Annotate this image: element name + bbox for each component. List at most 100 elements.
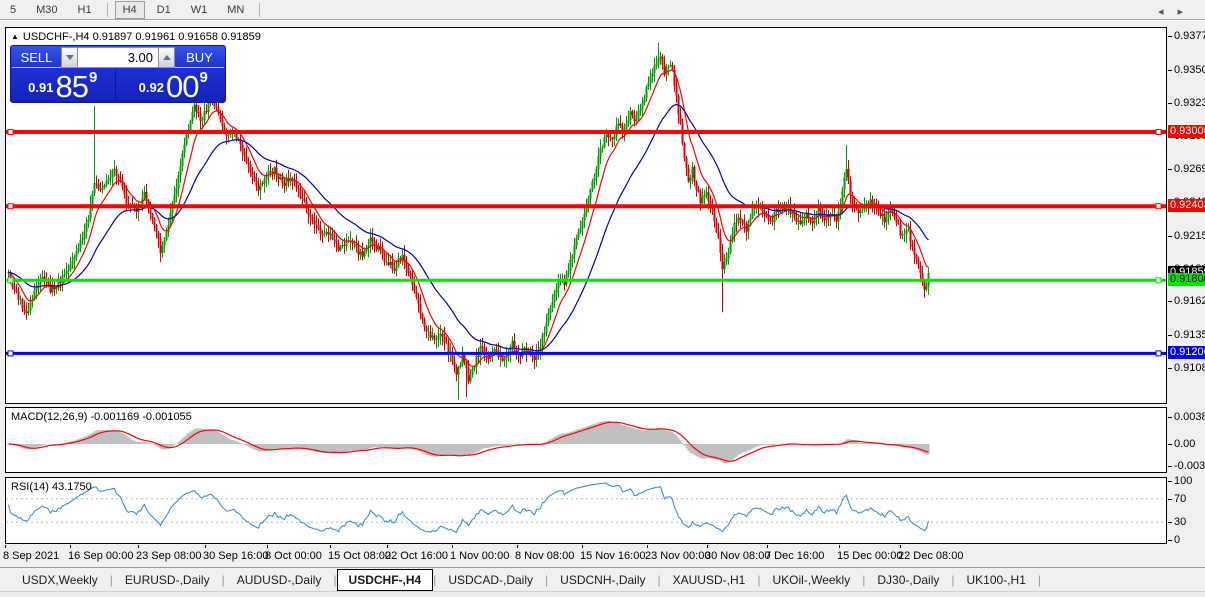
price-axis: 0.937750.935050.932350.929650.926950.924… xyxy=(1168,27,1205,566)
timeframe-button-mn[interactable]: MN xyxy=(219,1,252,19)
chart-tab-usdcnh-daily[interactable]: USDCNH-,Daily xyxy=(548,570,657,590)
timeframe-button-m30[interactable]: M30 xyxy=(28,1,65,19)
macd-tick-label: 0.003811 xyxy=(1174,411,1205,423)
buy-button[interactable]: BUY xyxy=(175,47,224,68)
buy-price-sup: 9 xyxy=(199,69,207,86)
chart-tab-ukoil-weekly[interactable]: UKOil-,Weekly xyxy=(760,570,862,590)
status-strip xyxy=(0,591,1205,597)
tab-scroll-arrows: ◂▸ xyxy=(1158,5,1197,18)
chart-tab-eurusd-daily[interactable]: EURUSD-,Daily xyxy=(113,570,222,590)
rsi-tick-label: 30 xyxy=(1174,516,1186,528)
sell-button[interactable]: SELL xyxy=(12,47,61,68)
ma-slow-line xyxy=(9,105,929,351)
price-tick-mark xyxy=(1168,70,1172,71)
chart-tab-xauusd-h1[interactable]: XAUUSD-,H1 xyxy=(661,570,758,590)
line-anchor-right[interactable] xyxy=(1156,351,1161,356)
macd-tick-label: 0.00 xyxy=(1174,438,1195,450)
price-tick-mark xyxy=(1168,236,1172,237)
line-anchor-right[interactable] xyxy=(1156,278,1161,283)
time-tick-mark xyxy=(647,545,648,548)
ma-fast-line xyxy=(9,70,929,366)
price-tick-label: 0.91080 xyxy=(1174,362,1205,374)
price-tick-mark xyxy=(1168,368,1172,369)
rsi-canvas xyxy=(6,478,1166,543)
chart-tab-audusd-daily[interactable]: AUDUSD-,Daily xyxy=(225,570,334,590)
sell-price-prefix: 0.91 xyxy=(28,80,53,95)
line-price-tag-0.92403: 0.92403 xyxy=(1168,199,1205,212)
rsi-tick-mark xyxy=(1168,522,1172,523)
rsi-tick-label: 100 xyxy=(1174,475,1192,487)
price-tick-mark xyxy=(1168,103,1172,104)
panel-collapse-icon[interactable]: ▲ xyxy=(11,32,19,41)
macd-pane[interactable]: MACD(12,26,9) -0.001169 -0.001055 xyxy=(5,407,1167,473)
time-tick-mark xyxy=(387,545,388,548)
line-anchor-left[interactable] xyxy=(8,351,13,356)
sell-price-sup: 9 xyxy=(89,69,97,86)
chart-tab-dj30-daily[interactable]: DJ30-,Daily xyxy=(865,570,951,590)
timeframe-button-w1[interactable]: W1 xyxy=(183,1,216,19)
price-tick-label: 0.92155 xyxy=(1174,230,1205,242)
chart-symbol-period: USDCHF-,H4 xyxy=(23,31,90,43)
chart-tab-usdcad-daily[interactable]: USDCAD-,Daily xyxy=(436,570,545,590)
time-tick-mark xyxy=(517,545,518,548)
tab-scroll-left-icon[interactable]: ◂ xyxy=(1158,6,1178,18)
time-tick-mark xyxy=(5,545,6,548)
time-tick-mark xyxy=(267,545,268,548)
volume-input[interactable] xyxy=(78,47,158,68)
price-tick-mark xyxy=(1168,169,1172,170)
time-tick-label: 22 Dec 08:00 xyxy=(898,550,963,562)
tab-divider: | xyxy=(1038,573,1041,587)
timeframe-button-h1[interactable]: H1 xyxy=(70,1,100,19)
price-tick-label: 0.92695 xyxy=(1174,163,1205,175)
rsi-tick-label: 0 xyxy=(1174,534,1180,546)
time-tick-mark xyxy=(839,545,840,548)
time-tick-mark xyxy=(582,545,583,548)
line-anchor-left[interactable] xyxy=(8,204,13,209)
price-tick-label: 0.93775 xyxy=(1174,30,1205,42)
buy-price[interactable]: 0.92 00 9 xyxy=(122,68,226,102)
rsi-line xyxy=(9,483,929,532)
timeframe-button-h4[interactable]: H4 xyxy=(115,1,145,19)
volume-increase-button[interactable] xyxy=(158,47,175,68)
toolbar-separator xyxy=(259,3,260,17)
line-anchor-left[interactable] xyxy=(8,130,13,135)
buy-price-big: 00 xyxy=(166,73,198,100)
macd-tick-label: -0.00311 xyxy=(1174,460,1205,472)
price-tick-mark xyxy=(1168,301,1172,302)
rsi-pane[interactable]: RSI(14) 43.1750 xyxy=(5,477,1167,544)
line-price-tag-0.91800: 0.91800 xyxy=(1168,273,1205,286)
rsi-tick-mark xyxy=(1168,481,1172,482)
price-tick-label: 0.93505 xyxy=(1174,64,1205,76)
chart-tab-usdx-weekly[interactable]: USDX,Weekly xyxy=(10,570,110,590)
line-anchor-right[interactable] xyxy=(1156,204,1161,209)
time-tick-label: 8 Sep 2021 xyxy=(3,550,59,562)
line-anchor-right[interactable] xyxy=(1156,130,1161,135)
line-anchor-left[interactable] xyxy=(8,278,13,283)
timeframe-button-5[interactable]: 5 xyxy=(2,1,24,19)
sell-price[interactable]: 0.91 85 9 xyxy=(11,68,115,102)
time-tick-label: 23 Nov 00:00 xyxy=(645,550,710,562)
time-axis: 8 Sep 202116 Sep 00:0023 Sep 08:0030 Sep… xyxy=(5,545,1167,566)
volume-decrease-button[interactable] xyxy=(61,47,78,68)
tab-scroll-right-icon[interactable]: ▸ xyxy=(1177,6,1197,18)
time-tick-label: 8 Oct 00:00 xyxy=(265,550,322,562)
time-tick-mark xyxy=(138,545,139,548)
time-tick-label: 16 Sep 00:00 xyxy=(68,550,133,562)
price-tick-label: 0.91620 xyxy=(1174,295,1205,307)
rsi-tick-mark xyxy=(1168,499,1172,500)
time-tick-mark xyxy=(900,545,901,548)
rsi-label: RSI(14) 43.1750 xyxy=(11,481,92,493)
chart-tab-uk100-h1[interactable]: UK100-,H1 xyxy=(955,570,1038,590)
chevron-up-icon xyxy=(163,55,171,60)
mt4-window: 5M30H1H4D1W1MN ▲USDCHF-,H4 0.91897 0.919… xyxy=(0,0,1205,597)
time-tick-label: 30 Sep 16:00 xyxy=(203,550,268,562)
time-tick-label: 15 Dec 00:00 xyxy=(837,550,902,562)
chart-tab-bar: USDX,Weekly|EURUSD-,Daily|AUDUSD-,Daily|… xyxy=(0,567,1205,591)
time-tick-label: 1 Nov 00:00 xyxy=(450,550,509,562)
chart-tab-usdchf-h4[interactable]: USDCHF-,H4 xyxy=(337,569,434,591)
time-tick-mark xyxy=(767,545,768,548)
macd-signal-line xyxy=(9,422,929,461)
macd-tick-mark xyxy=(1168,466,1172,467)
timeframe-button-d1[interactable]: D1 xyxy=(149,1,179,19)
rsi-tick-label: 70 xyxy=(1174,493,1186,505)
